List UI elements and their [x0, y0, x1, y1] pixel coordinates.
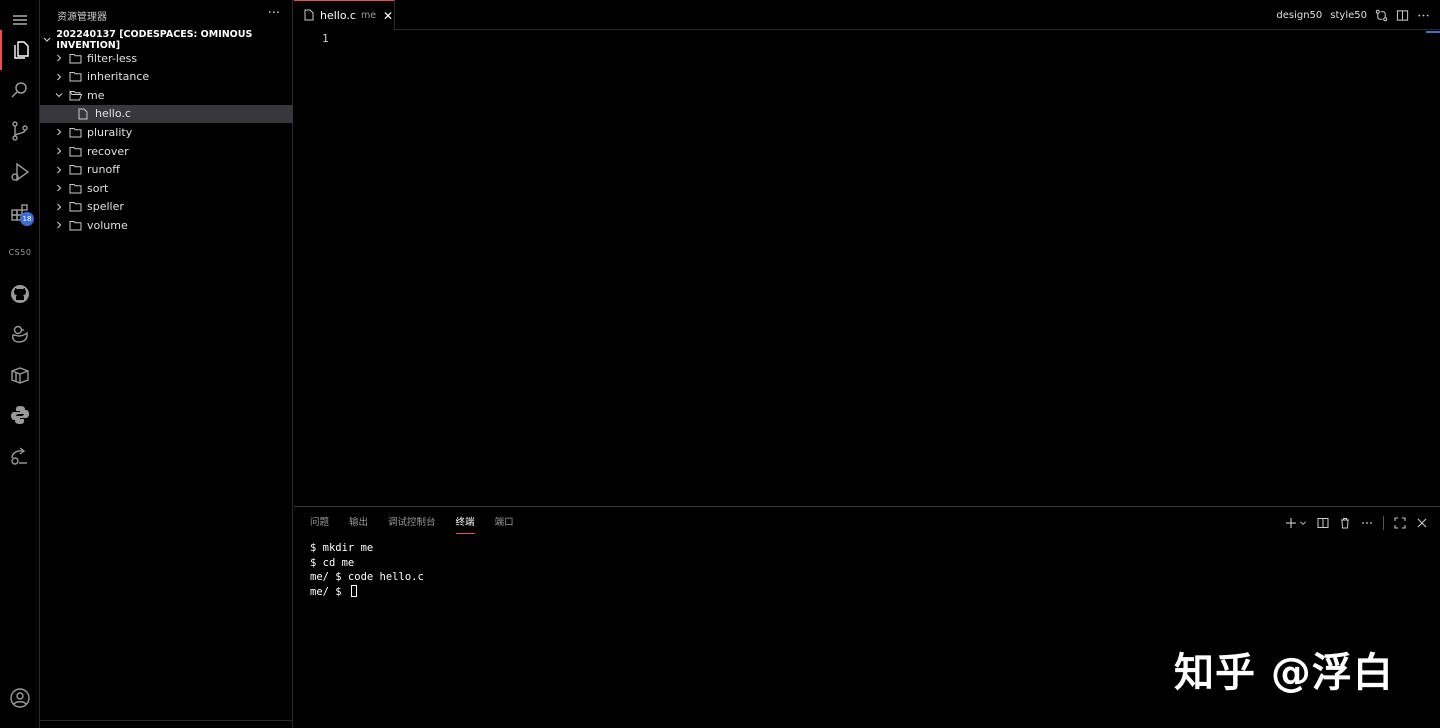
tree-item-label: sort: [87, 181, 109, 195]
tree-item-label: filter-less: [87, 51, 138, 65]
chevron-down-icon[interactable]: [1299, 519, 1307, 527]
workspace-root[interactable]: 202240137 [CODESPACES: OMINOUS INVENTION…: [40, 29, 293, 51]
compare-changes-icon[interactable]: [1375, 9, 1388, 22]
file-icon: [304, 6, 314, 25]
split-editor-icon[interactable]: [1396, 9, 1409, 22]
folder-icon: [69, 53, 87, 64]
search-icon[interactable]: [0, 70, 40, 110]
run-debug-icon[interactable]: [0, 152, 40, 192]
panel-tabs: 问题 输出 调试控制台 终端 端口: [310, 516, 514, 534]
folder-icon: [69, 201, 87, 212]
chevron-right-icon: [54, 127, 68, 137]
more-actions-icon[interactable]: [1417, 9, 1430, 22]
box-icon[interactable]: [0, 355, 40, 395]
sidebar-bottom-divider: [40, 720, 293, 728]
extensions-badge: 18: [20, 212, 34, 226]
folder-icon: [69, 146, 87, 157]
chevron-right-icon: [54, 165, 68, 175]
trash-icon[interactable]: [1339, 517, 1351, 529]
style50-button[interactable]: style50: [1330, 10, 1367, 21]
tree-item-label: me: [87, 88, 105, 102]
split-terminal-icon[interactable]: [1317, 517, 1329, 529]
chevron-right-icon: [54, 183, 68, 193]
tab-ports[interactable]: 端口: [495, 516, 514, 534]
folder-icon: [69, 71, 87, 82]
chevron-right-icon: [54, 146, 68, 156]
vscode-window: 18 CS50 资源管理器 ··· 202240137 [CODESPACES:…: [0, 0, 1440, 728]
folder-icon: [69, 164, 87, 175]
more-actions-icon[interactable]: ···: [268, 6, 280, 21]
tree-item-label: inheritance: [87, 70, 150, 84]
editor-area: hello.c me ✕ design50 style50 1: [294, 0, 1440, 506]
chevron-down-icon: [54, 90, 68, 100]
tree-file-item[interactable]: hello.c: [40, 104, 293, 123]
tab-debug-console[interactable]: 调试控制台: [388, 516, 436, 534]
chevron-right-icon: [54, 202, 68, 212]
tree-folder-item[interactable]: sort: [40, 179, 293, 197]
more-actions-icon[interactable]: [1361, 517, 1373, 529]
explorer-icon[interactable]: [0, 30, 40, 70]
tree-item-label: plurality: [87, 125, 133, 139]
source-control-icon[interactable]: [0, 111, 40, 151]
tab-description: me: [360, 10, 377, 21]
folder-open-icon: [69, 89, 87, 101]
tree-folder-item[interactable]: inheritance: [40, 68, 293, 86]
tree-item-label: runoff: [87, 163, 120, 177]
scrollbar-marker: [1426, 31, 1440, 33]
terminal-line: $ mkdir me: [310, 542, 374, 554]
tab-terminal[interactable]: 终端: [455, 516, 475, 534]
github-icon[interactable]: [0, 274, 40, 314]
workspace-label: 202240137 [CODESPACES: OMINOUS INVENTION…: [56, 29, 253, 51]
terminal-line: me/ $ code hello.c: [310, 571, 424, 584]
tree-folder-item[interactable]: me: [40, 86, 293, 104]
chevron-right-icon: [54, 72, 68, 82]
tab-problems[interactable]: 问题: [310, 516, 329, 534]
panel-actions: [1285, 515, 1428, 531]
tree-folder-item[interactable]: recover: [40, 142, 293, 160]
tree-item-label: recover: [87, 144, 129, 158]
line-number: 1: [322, 32, 329, 45]
design50-button[interactable]: design50: [1276, 10, 1322, 21]
close-icon[interactable]: ✕: [383, 9, 393, 23]
file-icon: [78, 108, 95, 120]
terminal-cursor: [350, 584, 357, 597]
close-panel-icon[interactable]: [1416, 517, 1428, 529]
chevron-right-icon: [54, 53, 68, 63]
activity-bar: 18 CS50: [0, 0, 40, 728]
terminal-line: $ cd me: [310, 556, 355, 569]
folder-icon: [69, 127, 87, 138]
maximize-panel-icon[interactable]: [1394, 517, 1406, 529]
duck-icon[interactable]: [0, 314, 40, 354]
cs50-icon[interactable]: CS50: [0, 248, 40, 257]
chevron-right-icon: [54, 220, 68, 230]
tab-hello-c[interactable]: hello.c me ✕: [294, 0, 395, 30]
account-icon[interactable]: [0, 678, 40, 718]
tree-folder-item[interactable]: volume: [40, 216, 293, 234]
tree-folder-item[interactable]: speller: [40, 198, 293, 216]
terminal-prompt: me/ $: [310, 585, 348, 598]
chevron-down-icon: [42, 35, 56, 45]
tree-folder-item[interactable]: runoff: [40, 161, 293, 179]
editor-actions: design50 style50: [1276, 0, 1430, 30]
tree-item-label: hello.c: [95, 107, 131, 121]
tab-output[interactable]: 输出: [349, 516, 368, 534]
python-icon[interactable]: [0, 395, 40, 435]
folder-icon: [69, 220, 87, 231]
tab-label: hello.c: [320, 9, 356, 22]
tree-item-label: volume: [87, 218, 128, 232]
folder-icon: [69, 183, 87, 194]
extensions-icon[interactable]: [0, 193, 40, 233]
tree-folder-item[interactable]: filter-less: [40, 49, 293, 67]
tree-item-label: speller: [87, 200, 124, 214]
tree-folder-item[interactable]: plurality: [40, 123, 293, 141]
terminal-prompt-line: me/ $: [310, 584, 424, 600]
new-terminal-icon[interactable]: [1285, 517, 1297, 529]
editor-tabbar: hello.c me ✕ design50 style50: [294, 0, 1440, 30]
sidebar-title: 资源管理器: [57, 11, 107, 23]
watermark: 知乎 @浮白: [1174, 650, 1394, 696]
remote-icon[interactable]: [0, 436, 40, 476]
explorer-sidebar: 资源管理器 ··· 202240137 [CODESPACES: OMINOUS…: [40, 0, 293, 728]
terminal-output[interactable]: $ mkdir me $ cd me me/ $ code hello.c me…: [310, 541, 424, 599]
panel-actions-separator: [1383, 516, 1384, 530]
